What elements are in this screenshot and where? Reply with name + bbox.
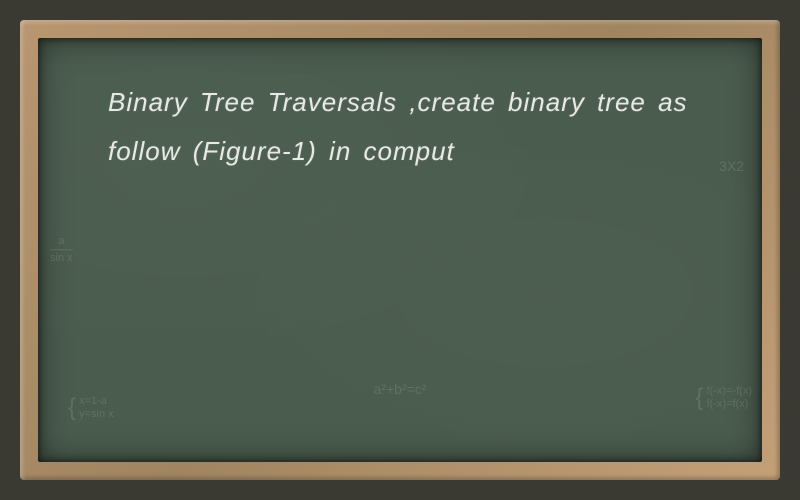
fraction-denominator: sin x <box>50 253 73 265</box>
brace-icon: { <box>695 390 703 407</box>
function-line-2: f(-x)=f(x) <box>706 398 752 412</box>
watermark-pythagorean: a²+b²=c² <box>374 381 427 397</box>
equation-line-1: x=1-a <box>79 395 114 409</box>
fraction-numerator: a <box>50 234 73 250</box>
watermark-right-top: 3X2 <box>719 158 744 174</box>
chalkboard: Binary Tree Traversals ,create binary tr… <box>38 38 762 462</box>
equation-line-2: y=sin x <box>79 408 114 422</box>
main-question-text: Binary Tree Traversals ,create binary tr… <box>108 78 712 177</box>
watermark-right-bottom: { f(-x)=-f(x) f(-x)=f(x) <box>695 385 752 413</box>
brace-icon: { <box>68 400 76 417</box>
chalkboard-frame: Binary Tree Traversals ,create binary tr… <box>20 20 780 480</box>
watermark-fraction: a sin x <box>50 234 73 266</box>
function-line-1: f(-x)=-f(x) <box>706 385 752 399</box>
watermark-bottom-left: { x=1-a y=sin x <box>68 395 114 423</box>
